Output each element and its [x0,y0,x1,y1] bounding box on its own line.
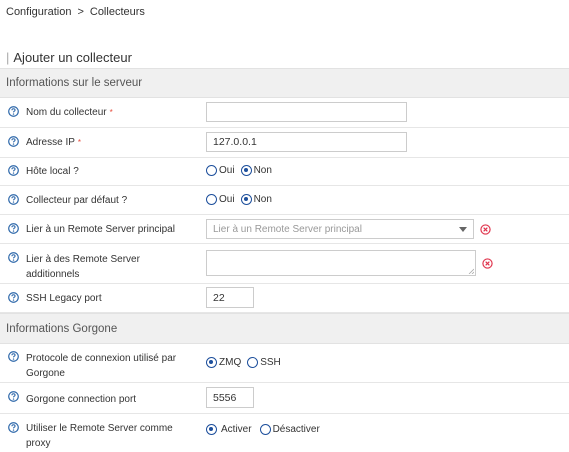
poller-form: Informations sur le serveur Nom du colle… [0,68,569,452]
row-ip-address: Adresse IP * [0,128,569,158]
row-additional-remotes: Lier à des Remote Server additionnels [0,244,569,284]
row-gorgone-port: Gorgone connection port [0,383,569,414]
proxy-option-disable[interactable]: Désactiver [259,424,320,435]
section-server-title: Informations sur le serveur [6,77,143,89]
help-icon[interactable] [8,223,19,234]
radio-button[interactable] [240,165,252,176]
row-default-poller: Collecteur par défaut ? Oui Non [0,186,569,215]
proxy-label-line1: Utiliser le Remote Server comme [26,423,173,434]
clear-icon[interactable] [480,224,491,235]
radio-button[interactable] [206,194,217,205]
radio-button[interactable] [259,424,271,435]
protocol-radio-group: ZMQ SSH [206,357,287,368]
breadcrumb-current[interactable]: Collecteurs [90,6,145,18]
help-icon[interactable] [8,136,19,147]
additional-remotes-label-line2: additionnels [26,269,80,280]
clear-icon[interactable] [482,258,493,269]
radio-button[interactable] [247,357,259,368]
row-remote-proxy: Utiliser le Remote Server comme proxy Act… [0,414,569,452]
help-icon[interactable] [8,351,19,362]
breadcrumb-separator: > [77,6,84,18]
row-ssh-port: SSH Legacy port [0,284,569,313]
default-poller-label: Collecteur par défaut ? [26,195,128,206]
main-remote-label: Lier à un Remote Server principal [26,224,175,235]
section-gorgone-info: Informations Gorgone [0,313,569,344]
gorgone-port-input[interactable] [206,387,254,408]
section-server-info: Informations sur le serveur [0,68,569,98]
protocol-option-zmq[interactable]: ZMQ [206,357,241,368]
help-icon[interactable] [8,106,19,117]
default-poller-option-no[interactable]: Non [240,194,272,205]
protocol-option-ssh[interactable]: SSH [247,357,281,368]
main-remote-placeholder: Lier à un Remote Server principal [213,223,362,235]
help-icon[interactable] [8,165,19,176]
gorgone-port-label: Gorgone connection port [26,394,137,405]
ssh-port-label: SSH Legacy port [26,293,102,304]
proxy-label-line2: proxy [26,438,51,449]
page-title: | Ajouter un collecteur [6,50,132,65]
main-remote-select[interactable]: Lier à un Remote Server principal [206,219,474,239]
breadcrumb-root[interactable]: Configuration [6,6,71,18]
breadcrumb: Configuration > Collecteurs [6,6,145,18]
required-marker: * [77,138,82,147]
row-gorgone-protocol: Protocole de connexion utilisé par Gorgon… [0,344,569,383]
radio-button[interactable] [206,357,217,368]
help-icon[interactable] [8,422,19,433]
radio-button[interactable] [206,424,217,435]
radio-button[interactable] [206,165,217,176]
help-icon[interactable] [8,391,19,402]
default-poller-option-yes[interactable]: Oui [206,194,235,205]
default-poller-radio-group: Oui Non [206,194,278,205]
additional-remotes-multiselect[interactable] [206,250,476,276]
proxy-option-enable[interactable]: Activer [206,424,252,435]
chevron-down-icon [459,226,467,232]
row-main-remote: Lier à un Remote Server principal Lier à… [0,215,569,244]
row-localhost: Hôte local ? Oui Non [0,158,569,186]
additional-remotes-label-line1: Lier à des Remote Server [26,254,140,265]
protocol-label-line1: Protocole de connexion utilisé par [26,353,177,364]
ssh-port-input[interactable] [206,287,254,308]
help-icon[interactable] [8,292,19,303]
localhost-option-yes[interactable]: Oui [206,165,235,176]
ip-address-label: Adresse IP [26,137,75,148]
poller-name-label: Nom du collecteur [26,107,107,118]
localhost-option-no[interactable]: Non [240,165,272,176]
protocol-label-line2: Gorgone [26,368,65,379]
row-poller-name: Nom du collecteur * [0,98,569,128]
localhost-label: Hôte local ? [26,166,79,177]
ip-address-input[interactable] [206,132,407,152]
page-title-text: Ajouter un collecteur [13,50,132,65]
required-marker: * [109,108,113,117]
poller-name-input[interactable] [206,102,407,122]
radio-button[interactable] [240,194,252,205]
proxy-radio-group: Activer Désactiver [206,424,326,435]
section-gorgone-title: Informations Gorgone [6,322,118,335]
help-icon[interactable] [8,252,19,263]
localhost-radio-group: Oui Non [206,165,278,176]
help-icon[interactable] [8,194,19,205]
resize-grip-icon[interactable] [468,268,474,274]
